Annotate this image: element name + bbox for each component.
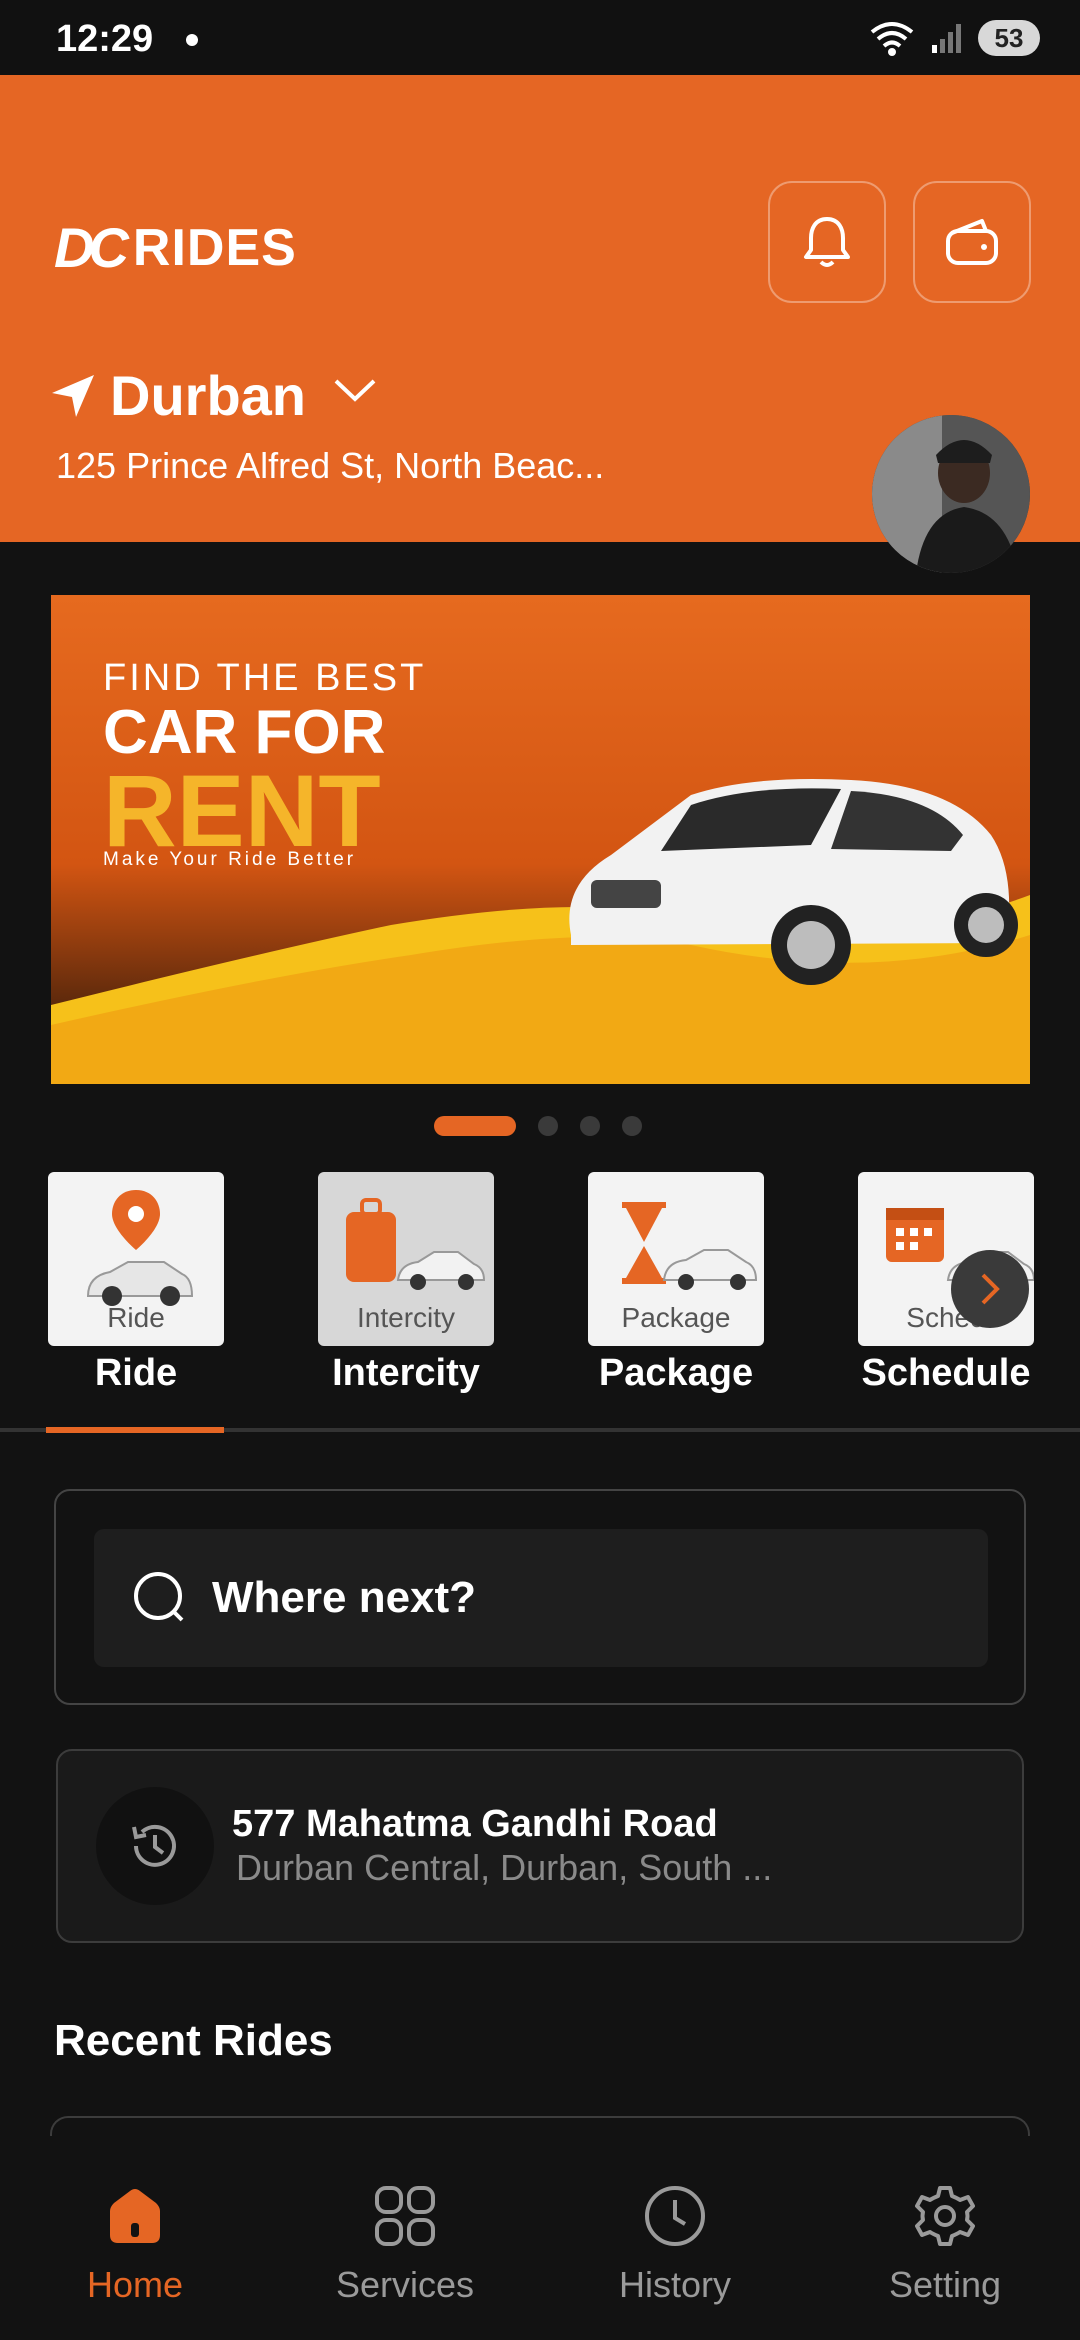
- carousel-dot[interactable]: [538, 1116, 558, 1136]
- avatar-image: [872, 415, 1030, 573]
- location-arrow-icon: [52, 375, 94, 417]
- service-name: Schedule: [861, 1352, 1031, 1394]
- wifi-icon: [870, 22, 914, 56]
- nav-setting[interactable]: Setting: [845, 2182, 1045, 2306]
- nav-label: History: [618, 2264, 731, 2305]
- bell-icon: [804, 217, 850, 267]
- chevron-down-icon[interactable]: [332, 375, 378, 405]
- home-icon: [110, 2189, 160, 2243]
- banner-line-1: FIND THE BEST: [103, 657, 427, 699]
- recent-rides-heading: Recent Rides: [54, 2016, 333, 2065]
- city-selector[interactable]: Durban: [110, 363, 306, 428]
- service-tile-label: Intercity: [356, 1302, 456, 1333]
- carousel-indicator: [434, 1116, 642, 1136]
- nav-home[interactable]: Home: [35, 2182, 235, 2306]
- wallet-button[interactable]: [913, 181, 1031, 303]
- scroll-next-button[interactable]: [951, 1250, 1029, 1328]
- active-tab-indicator: [46, 1427, 224, 1433]
- carousel-dot[interactable]: [580, 1116, 600, 1136]
- recent-history-icon-wrap: [96, 1787, 214, 1905]
- status-bar: 12:29 53: [0, 0, 1080, 75]
- history-icon: [132, 1824, 176, 1867]
- service-intercity[interactable]: Intercity Intercity: [318, 1172, 494, 1395]
- service-tile-label: Ride: [107, 1302, 165, 1333]
- carousel-dot[interactable]: [622, 1116, 642, 1136]
- signal-icon: [932, 24, 961, 53]
- gear-icon: [915, 2186, 975, 2246]
- notifications-button[interactable]: [768, 181, 886, 303]
- wallet-icon: [946, 219, 998, 265]
- nav-label: Home: [86, 2264, 184, 2305]
- chevron-right-icon: [981, 1273, 1000, 1305]
- service-tile-label: Package: [621, 1302, 731, 1333]
- banner-line-4: Make Your Ride Better: [103, 849, 357, 870]
- carousel-dot[interactable]: [434, 1116, 516, 1136]
- recent-address-item[interactable]: 577 Mahatma Gandhi Road Durban Central, …: [56, 1749, 1024, 1943]
- service-tile[interactable]: Package: [588, 1172, 764, 1346]
- service-name: Intercity: [332, 1352, 480, 1394]
- search-input[interactable]: Where next?: [94, 1529, 988, 1667]
- recent-address-title: 577 Mahatma Gandhi Road: [232, 1803, 718, 1845]
- promo-banner[interactable]: FIND THE BEST CAR FOR RENT Make Your Rid…: [51, 595, 1030, 1084]
- service-name: Ride: [94, 1352, 178, 1394]
- search-container: Where next?: [54, 1489, 1026, 1705]
- nav-services[interactable]: Services: [305, 2182, 505, 2306]
- service-tile[interactable]: Ride: [48, 1172, 224, 1346]
- bottom-nav: Home Services History Setting: [0, 2136, 1080, 2340]
- status-time: 12:29: [56, 18, 154, 60]
- battery-indicator: 53: [978, 20, 1040, 56]
- nav-history[interactable]: History: [575, 2182, 775, 2306]
- recent-address-subtitle: Durban Central, Durban, South ...: [236, 1847, 773, 1888]
- service-tile[interactable]: Intercity: [318, 1172, 494, 1346]
- logo-text: RIDES: [132, 218, 297, 277]
- notification-dot-icon: [186, 34, 198, 46]
- search-icon: [134, 1572, 184, 1622]
- status-icons: 53: [868, 18, 1040, 58]
- nav-label: Setting: [888, 2264, 1002, 2305]
- logo-mark: DC: [54, 216, 129, 279]
- service-package[interactable]: Package Package: [588, 1172, 764, 1395]
- current-address: 125 Prince Alfred St, North Beac...: [56, 445, 605, 486]
- header: DC RIDES Durban 125 Prince Alfred St, No…: [0, 75, 1080, 573]
- service-name: Package: [598, 1352, 754, 1394]
- service-ride[interactable]: Ride Ride: [48, 1172, 224, 1395]
- clock-icon: [645, 2186, 705, 2246]
- nav-label: Services: [335, 2264, 475, 2305]
- avatar[interactable]: [872, 415, 1030, 573]
- grid-icon: [375, 2186, 435, 2246]
- search-placeholder: Where next?: [212, 1573, 477, 1622]
- app-logo: DC RIDES: [54, 215, 297, 280]
